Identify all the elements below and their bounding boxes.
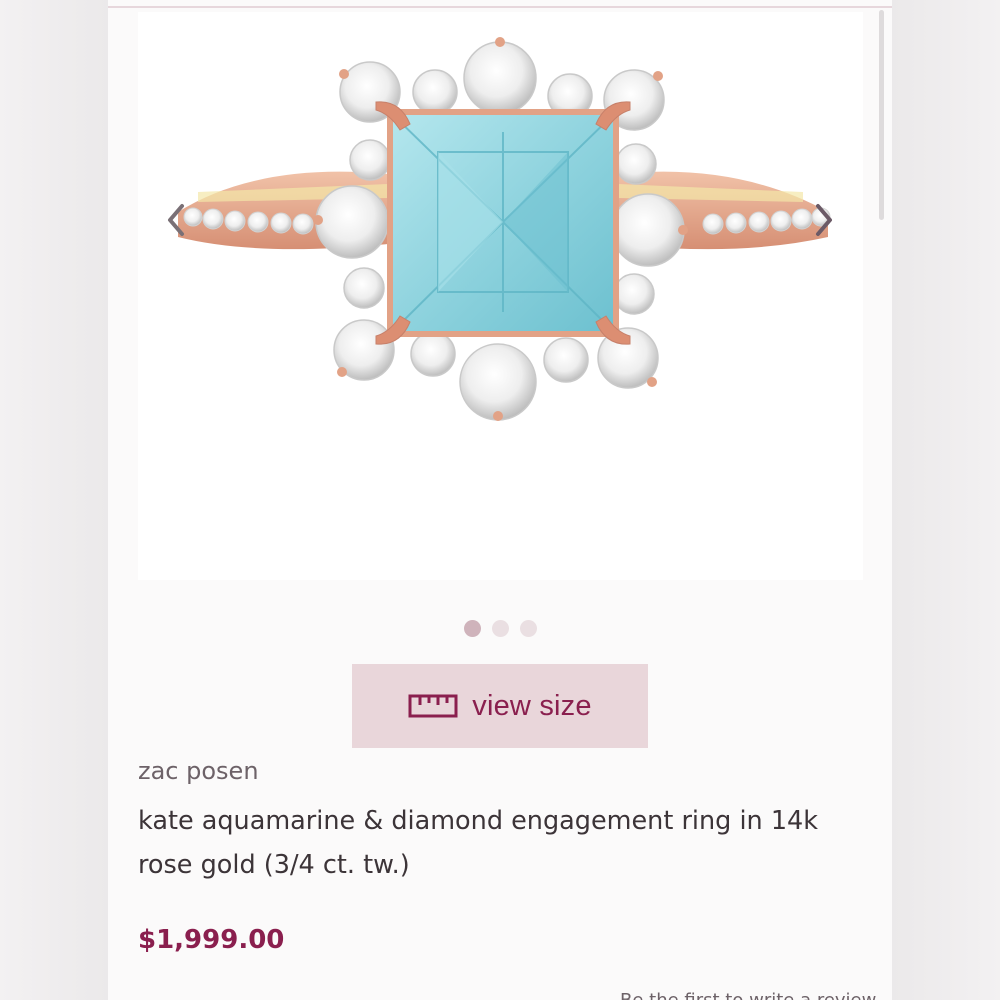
left-backdrop [0, 0, 108, 1000]
gallery-prev-button[interactable] [164, 200, 188, 240]
gallery-next-button[interactable] [812, 200, 836, 240]
product-brand[interactable]: zac posen [138, 757, 259, 785]
chevron-right-icon [816, 204, 832, 236]
gallery-dot-3[interactable] [519, 620, 537, 637]
view-size-label: view size [472, 689, 592, 722]
gallery-dot-1[interactable] [463, 620, 481, 637]
gallery-pagination [0, 620, 1000, 637]
review-link[interactable]: Be the first to write a review [620, 990, 876, 1000]
ruler-icon [408, 694, 458, 718]
gallery-dot-2[interactable] [491, 620, 509, 637]
product-price: $1,999.00 [138, 925, 285, 955]
header-divider [108, 6, 892, 8]
right-backdrop [892, 0, 1000, 1000]
product-image-gallery[interactable] [138, 12, 863, 580]
chevron-left-icon [168, 204, 184, 236]
view-size-button[interactable]: view size [352, 664, 648, 748]
product-title: kate aquamarine & diamond engagement rin… [138, 806, 819, 880]
scrollbar-thumb[interactable] [879, 10, 884, 220]
ring-image [178, 37, 831, 421]
